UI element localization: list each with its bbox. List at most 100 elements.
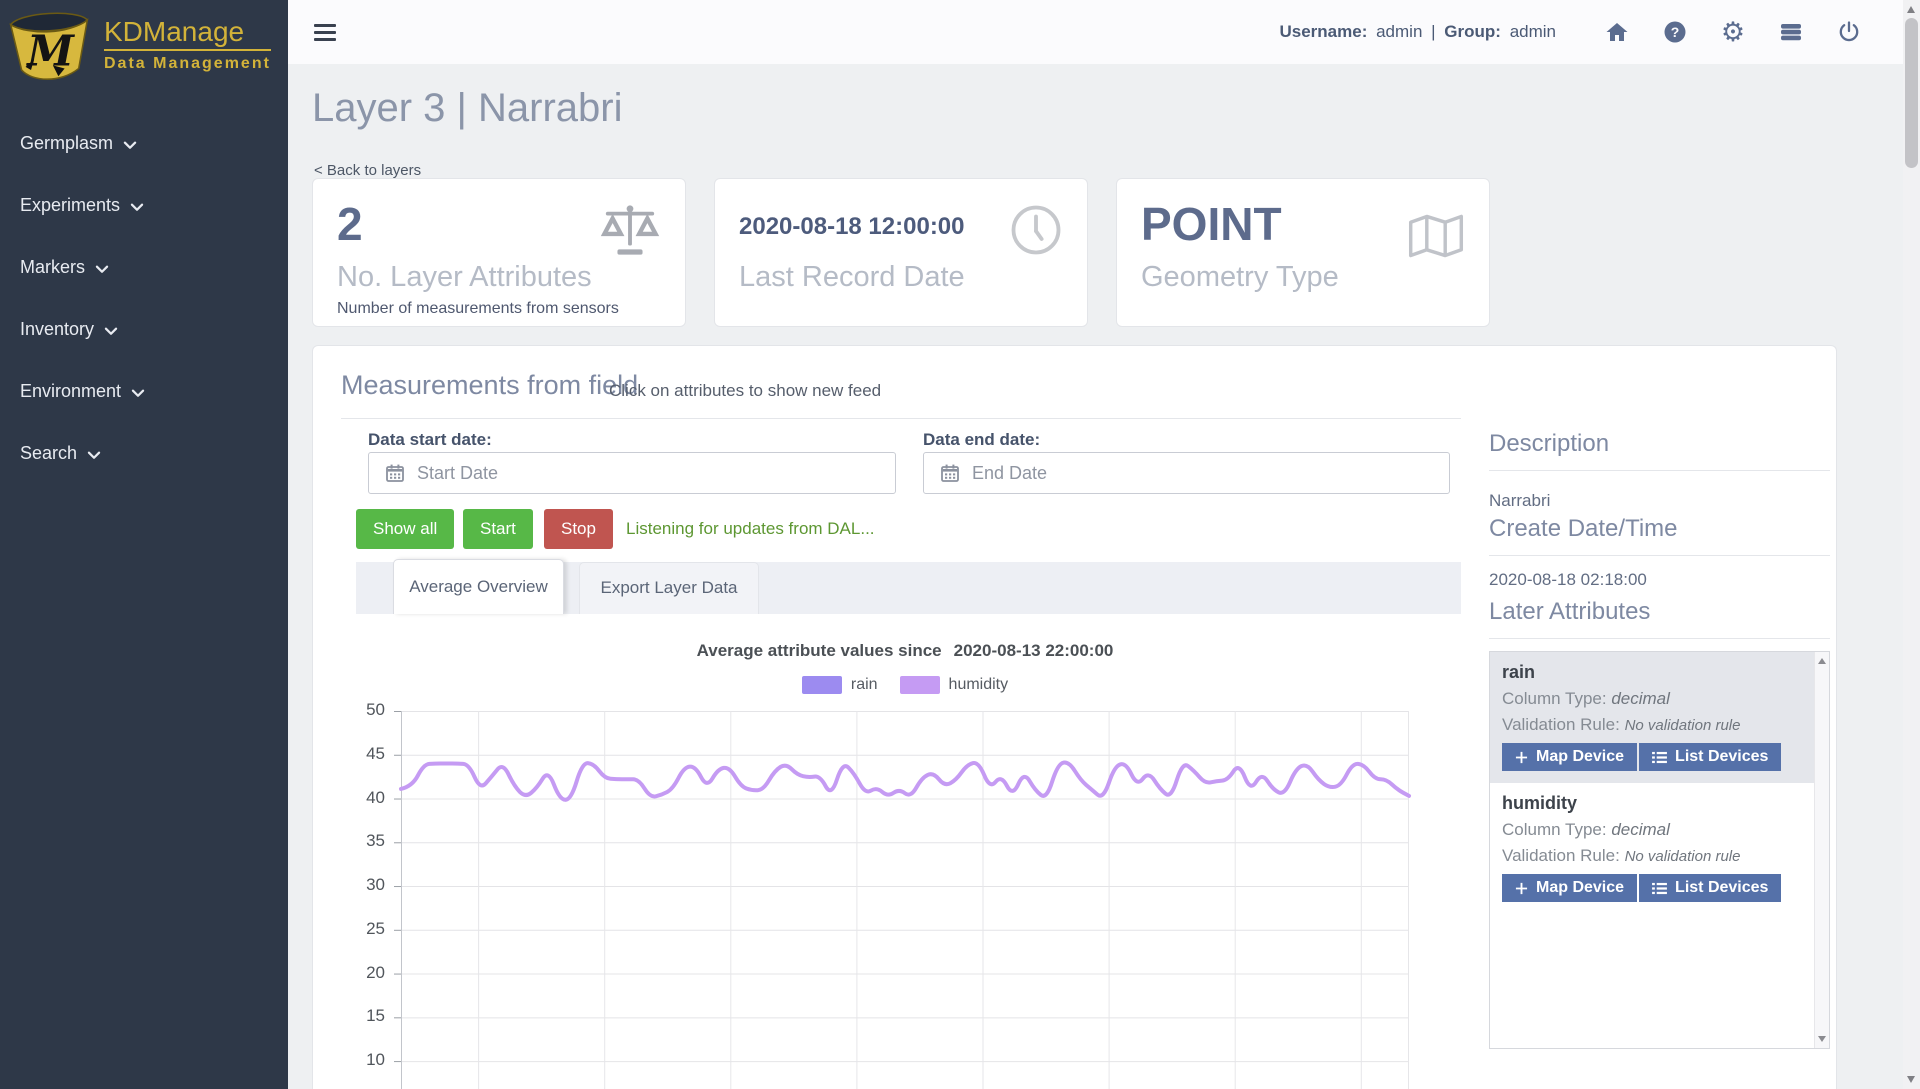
chevron-down-icon xyxy=(131,389,145,398)
legend-item-humidity[interactable]: humidity xyxy=(900,676,1009,694)
scrollbar-up-arrow-icon[interactable] xyxy=(1907,6,1915,13)
sidebar-item-label: Inventory xyxy=(20,319,94,340)
description-heading: Description xyxy=(1489,430,1830,458)
sidebar: M KDManage Data Management Germplasm Expe… xyxy=(0,0,288,1089)
data-server-icon[interactable] xyxy=(1778,19,1804,45)
app-logo[interactable]: M KDManage Data Management xyxy=(0,0,288,88)
y-axis-tick-label: 30 xyxy=(337,875,385,895)
chevron-down-icon xyxy=(95,265,109,274)
end-date-label: Data end date: xyxy=(923,430,1040,450)
stat-cards: 2 No. Layer Attributes Number of measure… xyxy=(312,178,1490,327)
layer-details: Description Narrabri Create Date/Time 20… xyxy=(1489,430,1830,1049)
sidebar-item-search[interactable]: Search xyxy=(0,422,288,484)
sidebar-item-label: Germplasm xyxy=(20,133,113,154)
y-axis-tick-label: 20 xyxy=(337,963,385,983)
y-axis-tick-label: 45 xyxy=(337,744,385,764)
chart-title: Average attribute values since 2020-08-13… xyxy=(401,641,1409,661)
start-date-input[interactable] xyxy=(368,452,896,494)
attributes-list: rainColumn Type: decimalValidation Rule:… xyxy=(1489,651,1830,1049)
y-axis-tick-label: 25 xyxy=(337,919,385,939)
attributes-scrollbar[interactable] xyxy=(1814,652,1829,1048)
stat-value: POINT xyxy=(1141,201,1282,247)
divider xyxy=(1489,555,1830,556)
stat-value: 2020-08-18 12:00:00 xyxy=(739,213,965,241)
measurements-panel: Measurements from field Click on attribu… xyxy=(312,345,1837,1089)
scrollbar-thumb[interactable] xyxy=(1905,18,1918,168)
group-label: Group: xyxy=(1444,22,1501,41)
map-device-button[interactable]: Map Device xyxy=(1502,743,1637,771)
app-tagline: Data Management xyxy=(104,55,271,73)
divider xyxy=(341,418,1461,419)
home-icon[interactable] xyxy=(1604,19,1630,45)
sidebar-item-experiments[interactable]: Experiments xyxy=(0,174,288,236)
legend-swatch xyxy=(802,676,842,694)
sidebar-item-environment[interactable]: Environment xyxy=(0,360,288,422)
sidebar-item-germplasm[interactable]: Germplasm xyxy=(0,112,288,174)
scroll-up-arrow-icon[interactable] xyxy=(1818,658,1826,664)
attribute-item-humidity[interactable]: humidityColumn Type: decimalValidation R… xyxy=(1490,783,1814,914)
sidebar-item-label: Experiments xyxy=(20,195,120,216)
y-axis-tick-label: 50 xyxy=(337,700,385,720)
chart-title-date: 2020-08-13 22:00:00 xyxy=(954,641,1114,660)
sidebar-item-inventory[interactable]: Inventory xyxy=(0,298,288,360)
attribute-validation-rule: Validation Rule: No validation rule xyxy=(1502,846,1802,866)
legend-label: rain xyxy=(851,676,878,694)
plus-icon xyxy=(1515,751,1528,764)
chevron-down-icon xyxy=(130,203,144,212)
sidebar-nav: Germplasm Experiments Markers Inventory Envi… xyxy=(0,112,288,484)
y-axis-tick-label: 10 xyxy=(337,1050,385,1070)
legend-label: humidity xyxy=(949,676,1009,694)
attribute-actions: Map DeviceList Devices xyxy=(1502,743,1802,771)
chevron-down-icon xyxy=(87,451,101,460)
scroll-down-arrow-icon[interactable] xyxy=(1818,1036,1826,1042)
map-device-button[interactable]: Map Device xyxy=(1502,874,1637,902)
chevron-down-icon xyxy=(123,141,137,150)
start-button[interactable]: Start xyxy=(463,509,533,549)
hamburger-menu-icon[interactable] xyxy=(314,24,336,41)
topbar: Username: admin | Group: admin ? ⚙ xyxy=(288,0,1920,64)
user-divider: | xyxy=(1431,22,1435,41)
y-axis-tick-label: 15 xyxy=(337,1006,385,1026)
create-datetime-heading: Create Date/Time xyxy=(1489,515,1830,543)
stat-label: Last Record Date xyxy=(739,261,965,294)
stop-button[interactable]: Stop xyxy=(544,509,613,549)
attribute-item-rain[interactable]: rainColumn Type: decimalValidation Rule:… xyxy=(1490,652,1814,783)
divider xyxy=(1489,470,1830,471)
listening-status: Listening for updates from DAL... xyxy=(626,519,875,539)
help-icon[interactable]: ? xyxy=(1662,19,1688,45)
page-scrollbar[interactable] xyxy=(1903,0,1920,1089)
show-all-button[interactable]: Show all xyxy=(356,509,454,549)
layer-attributes-heading: Later Attributes xyxy=(1489,598,1830,626)
list-icon xyxy=(1652,882,1667,895)
group-value: admin xyxy=(1510,22,1556,41)
stat-sublabel: Number of measurements from sensors xyxy=(337,300,619,318)
back-to-layers-link[interactable]: < Back to layers xyxy=(314,162,421,179)
attribute-validation-rule: Validation Rule: No validation rule xyxy=(1502,715,1802,735)
divider xyxy=(1489,638,1830,639)
end-date-input[interactable] xyxy=(923,452,1450,494)
create-datetime-value: 2020-08-18 02:18:00 xyxy=(1489,570,1830,590)
attribute-column-type: Column Type: decimal xyxy=(1502,689,1802,709)
scrollbar-down-arrow-icon[interactable] xyxy=(1907,1076,1915,1083)
map-icon xyxy=(1407,213,1465,264)
list-devices-button[interactable]: List Devices xyxy=(1639,874,1781,902)
list-devices-button[interactable]: List Devices xyxy=(1639,743,1781,771)
power-logout-icon[interactable] xyxy=(1836,19,1862,45)
user-info: Username: admin | Group: admin xyxy=(1279,22,1560,42)
chart-title-prefix: Average attribute values since xyxy=(697,641,942,660)
tab-export-layer-data[interactable]: Export Layer Data xyxy=(579,562,759,614)
settings-gear-icon[interactable]: ⚙ xyxy=(1720,19,1746,45)
stat-card-geometry: POINT Geometry Type xyxy=(1116,178,1490,327)
topbar-icons: ? ⚙ xyxy=(1604,19,1862,45)
attribute-actions: Map DeviceList Devices xyxy=(1502,874,1802,902)
legend-item-rain[interactable]: rain xyxy=(802,676,878,694)
sidebar-item-label: Environment xyxy=(20,381,121,402)
chevron-down-icon xyxy=(104,327,118,336)
svg-text:?: ? xyxy=(1671,24,1680,40)
tab-average-overview[interactable]: Average Overview xyxy=(393,559,564,614)
attribute-name: humidity xyxy=(1502,793,1802,814)
stat-card-layer-attributes: 2 No. Layer Attributes Number of measure… xyxy=(312,178,686,327)
sidebar-item-markers[interactable]: Markers xyxy=(0,236,288,298)
username-value: admin xyxy=(1376,22,1422,41)
panel-title: Measurements from field xyxy=(341,370,638,401)
